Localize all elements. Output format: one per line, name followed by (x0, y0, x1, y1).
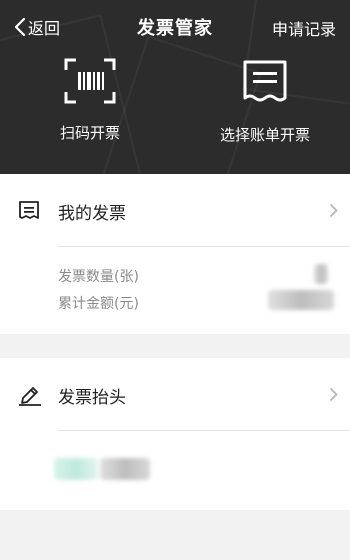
my-invoice-label: 我的发票 (58, 203, 126, 224)
divider (58, 430, 350, 431)
invoice-icon (19, 201, 39, 219)
invoice-heading-card: 发票抬头 (0, 358, 350, 510)
my-invoice-row[interactable]: 我的发票 (0, 174, 350, 248)
nav-bar: 返回 发票管家 申请记录 (0, 0, 350, 54)
scan-invoice-label: 扫码开票 (59, 124, 120, 142)
blurred-heading-name[interactable] (100, 458, 150, 480)
divider (58, 246, 350, 247)
blurred-heading-tag[interactable] (54, 458, 98, 480)
invoice-count-label: 发票数量(张) (58, 269, 139, 285)
blurred-invoice-count (314, 264, 328, 284)
barcode-scan-icon (64, 58, 116, 104)
receipt-icon (243, 60, 287, 102)
select-bill-invoice-label: 选择账单开票 (219, 126, 310, 144)
chevron-right-icon (329, 203, 338, 218)
header: 返回 发票管家 申请记录 扫码开票 选择账单开票 (0, 0, 350, 174)
cumulative-amount-label: 累计金额(元) (58, 296, 139, 312)
chevron-right-icon (329, 387, 338, 402)
invoice-heading-label: 发票抬头 (58, 387, 126, 408)
pencil-icon (19, 387, 41, 406)
select-bill-invoice-button[interactable]: 选择账单开票 (200, 58, 330, 145)
blurred-cumulative-amount (268, 290, 334, 310)
scan-invoice-button[interactable]: 扫码开票 (40, 58, 140, 143)
application-records-link[interactable]: 申请记录 (272, 16, 336, 40)
invoice-heading-row[interactable]: 发票抬头 (0, 358, 350, 432)
my-invoice-card: 我的发票 发票数量(张) 累计金额(元) (0, 174, 350, 334)
